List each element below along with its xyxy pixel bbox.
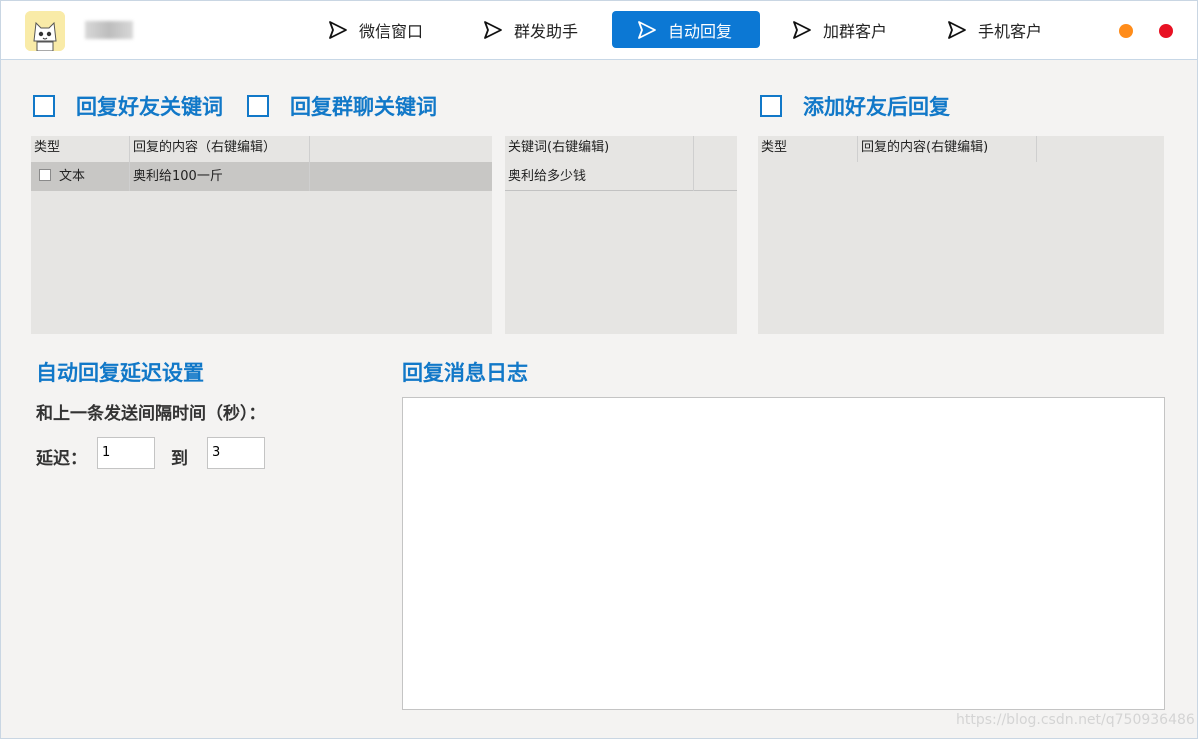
table-header: 类型 回复的内容（右键编辑） bbox=[31, 136, 310, 162]
delay-label: 延迟： bbox=[36, 449, 87, 469]
delay-min-input[interactable]: 1 bbox=[97, 437, 155, 469]
column-header-keyword[interactable]: 关键词(右键编辑) bbox=[505, 136, 694, 162]
friend-keyword-label: 回复好友关键词 bbox=[76, 95, 223, 119]
keyword-table[interactable]: 关键词(右键编辑) 奥利给多少钱 bbox=[505, 136, 737, 334]
table-header: 类型 回复的内容(右键编辑) bbox=[758, 136, 1037, 162]
tab-label: 群发助手 bbox=[514, 21, 579, 41]
username-blurred bbox=[85, 21, 133, 39]
table-row[interactable]: 奥利给多少钱 bbox=[505, 162, 737, 191]
cell-spacer bbox=[310, 162, 492, 191]
tab-label: 手机客户 bbox=[978, 21, 1043, 41]
title-bar: 微信窗口 群发助手 自动回复 加群客户 手机客户 bbox=[1, 1, 1197, 60]
column-header-content[interactable]: 回复的内容（右键编辑） bbox=[130, 136, 310, 162]
watermark: https://blog.csdn.net/q750936486 bbox=[956, 712, 1195, 728]
interval-label: 和上一条发送间隔时间（秒）： bbox=[36, 404, 266, 424]
after-add-reply-checkbox[interactable] bbox=[760, 95, 782, 117]
column-header-type[interactable]: 类型 bbox=[31, 136, 130, 162]
cell-keyword: 奥利给多少钱 bbox=[505, 162, 694, 191]
close-button[interactable] bbox=[1159, 24, 1173, 38]
tab-group-customers[interactable]: 加群客户 bbox=[783, 11, 903, 48]
cell-type-text: 文本 bbox=[59, 169, 86, 184]
friend-keyword-checkbox[interactable] bbox=[33, 95, 55, 117]
tab-label: 微信窗口 bbox=[359, 21, 424, 41]
avatar[interactable] bbox=[25, 11, 65, 51]
table-header: 关键词(右键编辑) bbox=[505, 136, 694, 162]
tab-wechat-window[interactable]: 微信窗口 bbox=[319, 11, 439, 48]
to-label: 到 bbox=[171, 449, 188, 469]
reply-content-table[interactable]: 类型 回复的内容（右键编辑） 文本 奥利给100一斤 bbox=[31, 136, 492, 334]
after-add-reply-table[interactable]: 类型 回复的内容(右键编辑) bbox=[758, 136, 1164, 334]
after-add-reply-label: 添加好友后回复 bbox=[803, 95, 950, 119]
send-icon bbox=[948, 20, 966, 39]
row-checkbox[interactable] bbox=[39, 169, 51, 181]
minimize-button[interactable] bbox=[1119, 24, 1133, 38]
tab-mobile-customers[interactable]: 手机客户 bbox=[938, 11, 1058, 48]
cell-spacer bbox=[694, 162, 737, 191]
reply-log-textarea[interactable] bbox=[402, 397, 1165, 710]
tab-label: 加群客户 bbox=[823, 21, 888, 41]
delay-max-input[interactable]: 3 bbox=[207, 437, 265, 469]
tab-mass-send[interactable]: 群发助手 bbox=[474, 11, 594, 48]
tab-auto-reply[interactable]: 自动回复 bbox=[612, 11, 760, 48]
send-icon bbox=[329, 20, 347, 39]
group-keyword-checkbox[interactable] bbox=[247, 95, 269, 117]
column-header-content[interactable]: 回复的内容(右键编辑) bbox=[858, 136, 1037, 162]
reply-log-title: 回复消息日志 bbox=[402, 361, 528, 385]
cell-type: 文本 bbox=[31, 162, 130, 191]
column-header-type[interactable]: 类型 bbox=[758, 136, 858, 162]
send-icon bbox=[793, 20, 811, 39]
delay-settings-title: 自动回复延迟设置 bbox=[36, 361, 204, 385]
tab-label: 自动回复 bbox=[668, 21, 733, 41]
send-icon bbox=[484, 20, 502, 39]
send-icon bbox=[638, 20, 656, 39]
cell-content: 奥利给100一斤 bbox=[130, 162, 310, 191]
table-row[interactable]: 文本 奥利给100一斤 bbox=[31, 162, 492, 191]
app-window: 微信窗口 群发助手 自动回复 加群客户 手机客户 回复好友关键词 回复群聊关键词… bbox=[0, 0, 1198, 739]
group-keyword-label: 回复群聊关键词 bbox=[290, 95, 437, 119]
